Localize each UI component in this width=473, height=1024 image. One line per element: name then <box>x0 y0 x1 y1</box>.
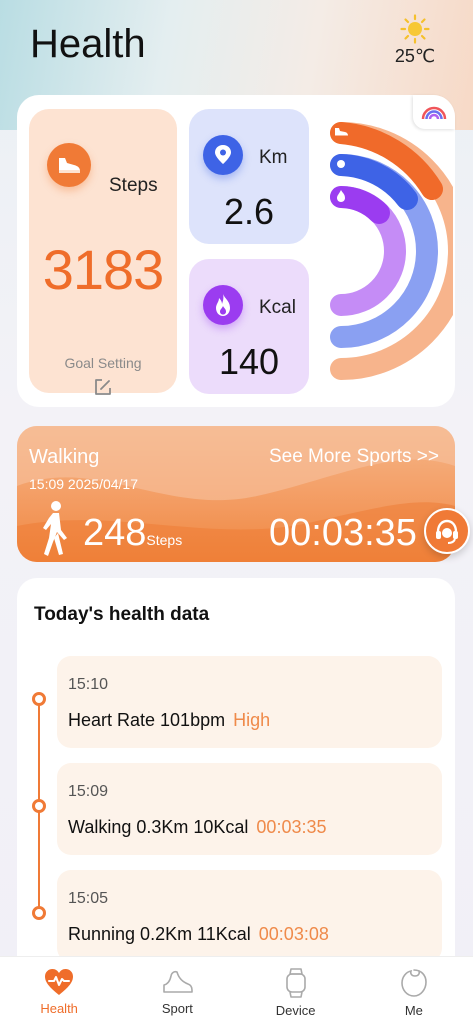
latest-workout-card[interactable]: Walking 15:09 2025/04/17 See More Sports… <box>17 426 455 562</box>
entry-time: 15:05 <box>68 890 109 907</box>
headset-icon <box>436 519 458 544</box>
weather-widget[interactable]: 25℃ <box>387 14 443 67</box>
entry-time: 15:09 <box>68 783 109 800</box>
shoe-icon <box>163 970 194 993</box>
shoe-icon <box>47 143 91 187</box>
activity-summary-card: Steps 3183 Goal Setting Km 2.6 Kcal 140 <box>17 95 455 407</box>
see-more-sports-link[interactable]: See More Sports >> <box>269 446 439 468</box>
tab-health[interactable]: Health <box>0 957 118 1024</box>
person-icon <box>401 969 427 997</box>
workout-steps: 248Steps <box>83 512 182 555</box>
walking-person-icon <box>43 501 67 556</box>
health-entry[interactable]: 15:05 Running 0.2Km 11Kcal 00:03:08 <box>57 870 442 962</box>
edit-icon[interactable] <box>93 377 113 397</box>
health-data-card: Today's health data 15:10 Heart Rate 101… <box>17 578 455 978</box>
timeline-dot <box>32 799 46 813</box>
temperature: 25℃ <box>394 46 436 66</box>
entry-description: Heart Rate 101bpm High <box>68 710 270 731</box>
location-pin-icon <box>203 135 243 175</box>
health-entry[interactable]: 15:10 Heart Rate 101bpm High <box>57 656 442 748</box>
timeline-dot <box>32 692 46 706</box>
tab-device[interactable]: Device <box>237 957 355 1024</box>
customer-service-button[interactable] <box>424 508 470 554</box>
heart-pulse-icon <box>45 969 74 995</box>
calories-ring-progress <box>330 186 390 224</box>
entry-text: Running 0.2Km 11Kcal <box>68 924 251 944</box>
tab-device-label: Device <box>275 1003 316 1018</box>
tab-me[interactable]: Me <box>355 957 473 1024</box>
bottom-tab-bar: Health Sport Device Me <box>0 956 473 1024</box>
tab-sport-label: Sport <box>161 1001 193 1016</box>
page-title: Health <box>30 22 146 66</box>
tab-me-label: Me <box>404 1003 423 1018</box>
distance-tile[interactable]: Km 2.6 <box>189 109 309 244</box>
entry-time: 15:10 <box>68 676 109 693</box>
entry-text: Walking 0.3Km 10Kcal <box>68 817 249 837</box>
workout-duration: 00:03:35 <box>269 512 417 554</box>
workout-time: 15:09 2025/04/17 <box>29 476 138 492</box>
ring-pin-icon <box>337 160 345 168</box>
steps-tile[interactable]: Steps 3183 Goal Setting <box>29 109 177 395</box>
entry-accent: High <box>233 710 271 730</box>
tab-health-label: Health <box>40 1001 78 1016</box>
kcal-label: Kcal <box>259 297 296 318</box>
calories-tile[interactable]: Kcal 140 <box>189 259 309 394</box>
goal-setting-label: Goal Setting <box>64 355 142 371</box>
health-entry[interactable]: 15:09 Walking 0.3Km 10Kcal 00:03:35 <box>57 763 442 855</box>
workout-steps-value: 248 <box>83 512 147 554</box>
workout-title: Walking <box>29 446 100 468</box>
flame-icon <box>203 285 243 325</box>
steps-label: Steps <box>109 175 158 196</box>
km-label: Km <box>259 147 288 168</box>
timeline-dot <box>32 906 46 920</box>
health-data-title: Today's health data <box>34 604 210 625</box>
rainbow-icon <box>421 106 447 120</box>
km-value: 2.6 <box>223 191 275 232</box>
sun-icon <box>400 14 430 44</box>
entry-description: Running 0.2Km 11Kcal 00:03:08 <box>68 924 329 945</box>
watch-icon <box>285 968 306 998</box>
tab-sport[interactable]: Sport <box>118 957 236 1024</box>
entry-accent: 00:03:35 <box>256 817 327 837</box>
entry-text: Heart Rate 101bpm <box>68 710 226 730</box>
entry-description: Walking 0.3Km 10Kcal 00:03:35 <box>68 817 327 838</box>
steps-value: 3183 <box>42 238 165 301</box>
activity-rings[interactable] <box>317 109 453 393</box>
workout-steps-unit: Steps <box>146 532 183 548</box>
kcal-value: 140 <box>218 341 280 382</box>
entry-accent: 00:03:08 <box>258 924 329 944</box>
